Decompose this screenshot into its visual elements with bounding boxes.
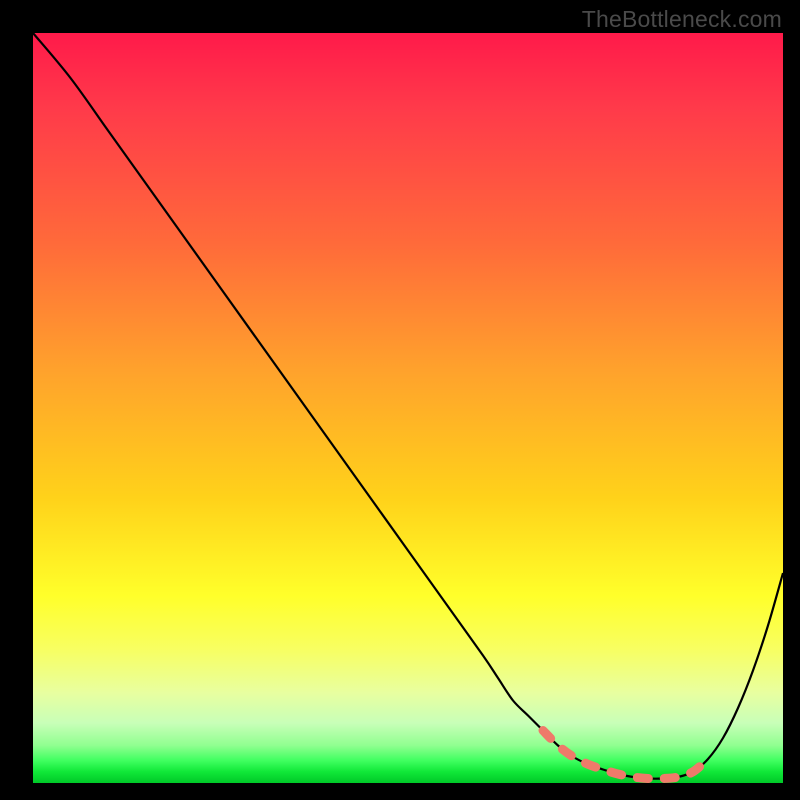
bottleneck-curve: [33, 33, 783, 783]
watermark-text: TheBottleneck.com: [582, 6, 782, 33]
curve-highlight-dashes: [543, 731, 708, 779]
plot-area: [33, 33, 783, 783]
curve-line: [33, 33, 783, 779]
chart-frame: TheBottleneck.com: [0, 0, 800, 800]
